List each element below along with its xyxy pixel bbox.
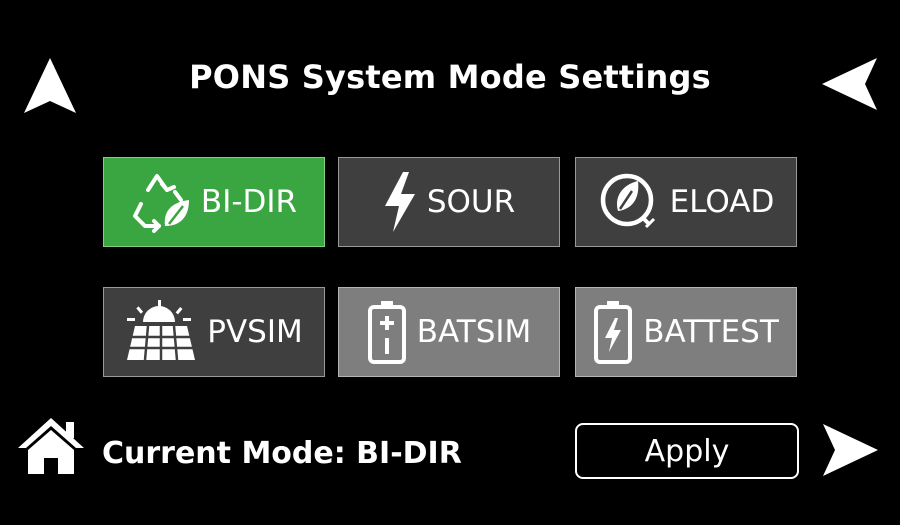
battery-icon — [367, 300, 407, 364]
apply-button[interactable]: Apply — [575, 423, 799, 479]
mode-label: ELOAD — [669, 184, 775, 220]
current-mode-text: Current Mode: BI-DIR — [102, 436, 462, 471]
mode-label: BATTEST — [643, 314, 779, 350]
mode-button-sour[interactable]: SOUR — [338, 157, 560, 247]
recycle-leaf-icon — [131, 170, 191, 234]
back-arrow-icon[interactable] — [822, 57, 878, 111]
home-icon[interactable] — [16, 416, 86, 480]
lightning-icon — [383, 172, 417, 232]
mode-label: SOUR — [426, 184, 516, 220]
page-title: PONS System Mode Settings — [189, 58, 711, 96]
mode-label: PVSIM — [207, 314, 303, 350]
solar-panel-icon — [125, 300, 197, 364]
mode-button-batsim[interactable]: BATSIM — [338, 287, 560, 377]
mode-button-eload[interactable]: ELOAD — [575, 157, 797, 247]
mode-button-pvsim[interactable]: PVSIM — [103, 287, 325, 377]
leaf-plug-icon — [598, 171, 660, 233]
battery-charge-icon — [593, 300, 633, 364]
mode-label: BI-DIR — [200, 184, 298, 220]
forward-arrow-icon[interactable] — [822, 423, 878, 477]
mode-label: BATSIM — [416, 314, 532, 350]
mode-button-battest[interactable]: BATTEST — [575, 287, 797, 377]
mode-button-bi-dir[interactable]: BI-DIR — [103, 157, 325, 247]
